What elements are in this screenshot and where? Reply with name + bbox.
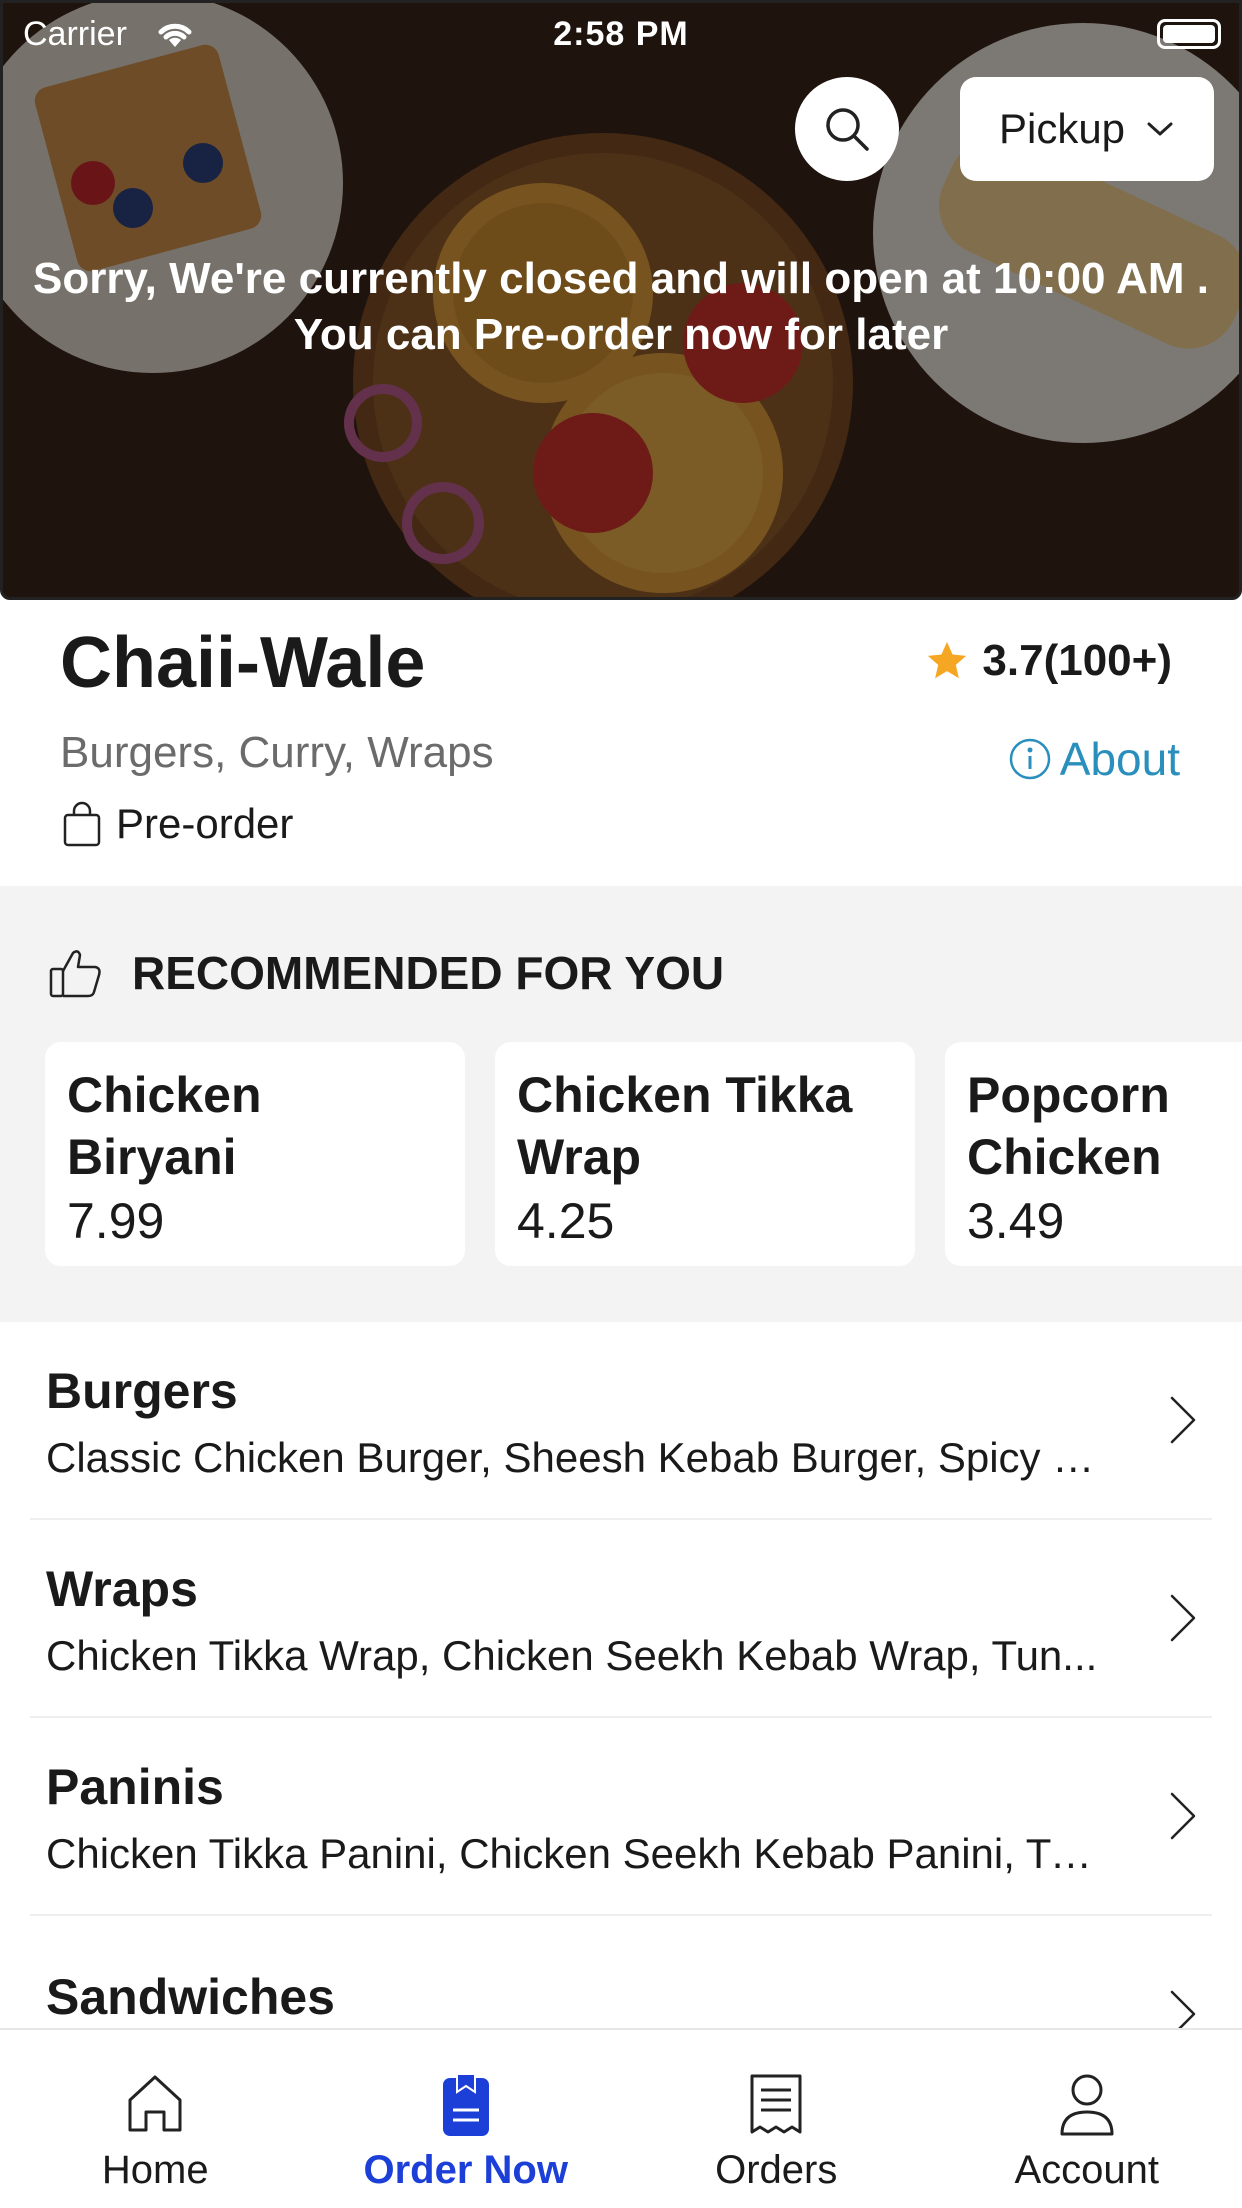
item-name: Chicken Biryani [67,1067,262,1185]
recommended-card[interactable]: Popcorn Chicken 3.49 [945,1042,1242,1266]
restaurant-info: Chaii-Wale 3.7(100+) Burgers, Curry, Wra… [0,600,1242,886]
receipt-icon [750,2074,802,2134]
tab-label: Home [101,2148,209,2192]
recommended-card[interactable]: Chicken Biryani 7.99 [45,1042,465,1266]
item-price: 3.49 [967,1193,1065,1249]
search-icon [826,108,869,151]
recommended-card[interactable]: Chicken Tikka Wrap 4.25 [495,1042,915,1266]
recommended-title: RECOMMENDED FOR YOU [132,947,725,999]
chevron-right-icon [1170,1396,1196,1444]
recommended-header: RECOMMENDED FOR YOU [48,946,724,1000]
category-title: Paninis [46,1759,224,1815]
item-name: Chicken Tikka Wrap [517,1067,853,1185]
category-row-paninis[interactable]: Paninis Chicken Tikka Panini, Chicken Se… [30,1718,1212,1916]
shopping-bag-icon [63,801,101,847]
star-icon [928,641,967,679]
cuisine-list: Burgers, Curry, Wraps [60,728,494,777]
tab-orders[interactable]: Orders [621,2030,932,2208]
recommended-carousel[interactable]: Chicken Biryani 7.99 Chicken Tikka Wrap … [45,1042,1242,1266]
about-label: About [1059,733,1180,785]
category-title: Wraps [46,1561,198,1617]
category-items: Chicken Tikka Panini, Chicken Seekh Keba… [46,1830,1106,1877]
category-row-burgers[interactable]: Burgers Classic Chicken Burger, Sheesh K… [30,1322,1212,1520]
tab-label: Order Now [363,2148,568,2192]
closed-notice-line1: Sorry, We're currently closed and will o… [33,254,1209,303]
about-link[interactable]: About [1008,732,1180,786]
tab-label: Account [1014,2148,1160,2192]
order-mode-dropdown[interactable]: Pickup [960,77,1214,181]
item-price: 7.99 [67,1193,165,1249]
clock: 2:58 PM [553,15,689,53]
tab-label: Orders [715,2148,838,2192]
tab-home[interactable]: Home [0,2030,311,2208]
tab-account[interactable]: Account [932,2030,1242,2208]
home-icon [128,2075,182,2132]
preorder-label: Pre-order [116,800,294,847]
menu-categories: Burgers Classic Chicken Burger, Sheesh K… [0,1322,1242,2114]
chevron-down-icon [1147,122,1173,136]
order-mode-label: Pickup [998,105,1126,152]
category-items: Chicken Tikka Wrap, Chicken Seekh Kebab … [46,1632,1098,1679]
search-button[interactable] [795,77,899,181]
category-title: Burgers [46,1363,238,1419]
order-now-icon [442,2073,489,2136]
tab-order-now[interactable]: Order Now [311,2030,622,2208]
category-title: Sandwiches [46,1969,335,2025]
bottom-tab-bar: Home Order Now Orders Account [0,2028,1242,2208]
info-icon [1009,738,1051,780]
category-row-wraps[interactable]: Wraps Chicken Tikka Wrap, Chicken Seekh … [30,1520,1212,1718]
category-items: Classic Chicken Burger, Sheesh Kebab Bur… [46,1434,1106,1481]
thumbs-up-icon [49,950,101,998]
closed-notice: Sorry, We're currently closed and will o… [23,251,1219,363]
item-name: Popcorn Chicken [967,1067,1170,1185]
preorder-badge: Pre-order [62,800,293,848]
closed-notice-line2: You can Pre-order now for later [293,310,949,359]
status-bar: Carrier 2:58 PM [3,3,1239,65]
chevron-right-icon [1170,1594,1196,1642]
chevron-right-icon [1170,1792,1196,1840]
battery-icon [1157,19,1221,49]
account-icon [1060,2074,1114,2136]
item-price: 4.25 [517,1193,615,1249]
restaurant-name: Chaii-Wale [60,623,426,703]
recommended-section: RECOMMENDED FOR YOU Chicken Biryani 7.99… [0,886,1242,1322]
rating-value: 3.7(100+) [982,636,1172,685]
rating: 3.7(100+) [924,636,1172,686]
hero-banner: Carrier 2:58 PM Pickup Sorry, We're curr… [0,0,1242,600]
